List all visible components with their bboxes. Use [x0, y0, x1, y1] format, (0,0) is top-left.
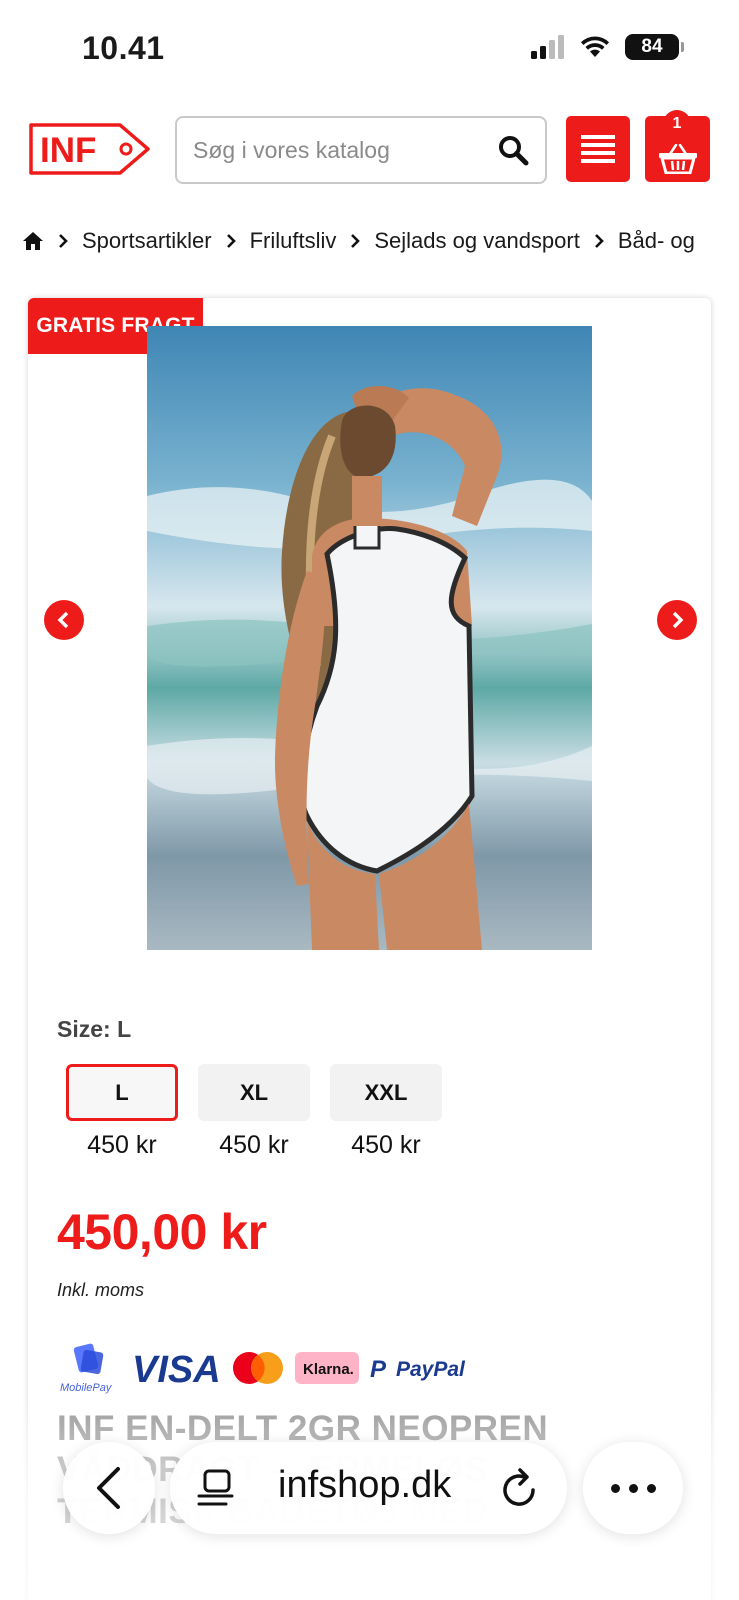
size-options: L 450 kr XL 450 kr XXL 450 kr [66, 1064, 442, 1160]
tabs-icon [197, 1469, 234, 1506]
product-image[interactable] [147, 326, 592, 950]
svg-text:Klarna.: Klarna. [303, 1361, 354, 1378]
status-time: 10.41 [82, 30, 165, 66]
breadcrumb-item-sportsartikler[interactable]: Sportsartikler [82, 228, 212, 254]
cellular-signal-icon [531, 35, 564, 59]
cart-count-badge: 1 [663, 110, 691, 138]
search-button[interactable] [495, 132, 531, 168]
more-dot [646, 1483, 656, 1493]
breadcrumb-item-friluftsliv[interactable]: Friluftsliv [250, 228, 337, 254]
payment-methods: MobilePay VISA Klarna. P PayPal [58, 1338, 472, 1398]
chevron-right-icon [58, 233, 68, 249]
address-bar[interactable]: infshop.dk [170, 1442, 567, 1534]
address-text[interactable]: infshop.dk [278, 1464, 451, 1507]
site-header: INF 1 [0, 110, 739, 190]
menu-button[interactable] [566, 116, 630, 182]
home-icon[interactable] [22, 231, 44, 251]
carousel-next-button[interactable] [657, 600, 697, 640]
chevron-right-icon [226, 233, 236, 249]
wifi-icon [581, 36, 609, 57]
svg-text:MobilePay: MobilePay [60, 1382, 113, 1394]
hamburger-menu-icon [581, 135, 615, 163]
more-dot [628, 1483, 638, 1493]
battery-level: 84 [641, 36, 663, 57]
svg-text:P: P [370, 1356, 387, 1383]
more-dot [610, 1483, 620, 1493]
chevron-left-icon [57, 611, 69, 629]
chevron-right-icon [594, 233, 604, 249]
chevron-right-icon [350, 233, 361, 249]
product-card: GRATIS FRAGT Size: L L 450 kr XL 450 kr … [28, 298, 711, 1600]
size-option-xxl: XXL 450 kr [330, 1064, 442, 1160]
breadcrumb-item-sejlads[interactable]: Sejlads og vandsport [374, 228, 579, 254]
status-bar: 10.41 84 [0, 0, 739, 96]
shopping-basket-icon [658, 144, 697, 174]
mobilepay-logo-icon: MobilePay [60, 1343, 113, 1394]
size-button-l[interactable]: L [66, 1064, 178, 1121]
svg-text:PayPal: PayPal [396, 1358, 466, 1381]
paypal-logo-icon: P PayPal [370, 1356, 466, 1383]
carousel-prev-button[interactable] [44, 600, 84, 640]
chevron-left-icon [97, 1467, 120, 1509]
size-option-xl: XL 450 kr [198, 1064, 310, 1160]
battery-icon: 84 [625, 34, 684, 60]
size-price: 450 kr [87, 1131, 157, 1159]
chevron-right-icon [672, 611, 684, 629]
klarna-logo-icon: Klarna. [295, 1352, 359, 1384]
browser-more-button[interactable] [583, 1442, 683, 1534]
search-input[interactable] [193, 118, 483, 182]
status-icons: 84 [531, 34, 684, 60]
size-option-l: L 450 kr [66, 1064, 178, 1160]
size-button-xl[interactable]: XL [198, 1064, 310, 1121]
size-price: 450 kr [219, 1131, 289, 1159]
size-price: 450 kr [351, 1131, 421, 1159]
search-icon [499, 136, 529, 166]
cart-button[interactable]: 1 [645, 110, 710, 182]
vat-note: Inkl. moms [57, 1280, 145, 1300]
product-price: 450,00 kr [57, 1204, 267, 1260]
size-button-xxl[interactable]: XXL [330, 1064, 442, 1121]
inf-logo[interactable]: INF [28, 122, 152, 181]
breadcrumb: Sportsartikler Friluftsliv Sejlads og va… [22, 224, 739, 258]
breadcrumb-item-baad[interactable]: Båd- og [618, 228, 695, 254]
size-label: Size: L [57, 1016, 132, 1042]
svg-text:VISA: VISA [132, 1349, 221, 1388]
browser-back-button[interactable] [63, 1442, 155, 1534]
mastercard-logo-icon [233, 1352, 283, 1384]
visa-logo-icon: VISA [132, 1349, 221, 1388]
reload-icon[interactable] [500, 1466, 540, 1510]
search-box [175, 116, 547, 184]
logo-text: INF [40, 131, 96, 170]
